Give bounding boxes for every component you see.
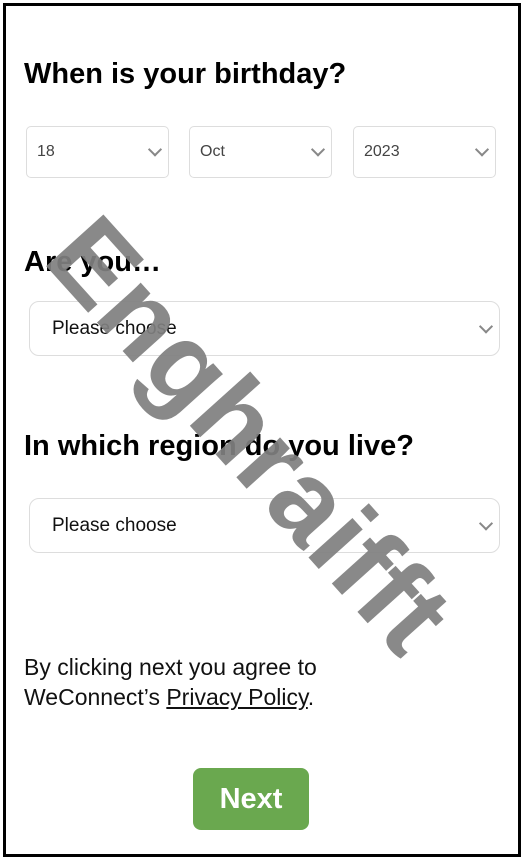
region-select[interactable]: Please choose	[29, 498, 500, 553]
privacy-policy-link[interactable]: Privacy Policy	[166, 684, 307, 710]
year-value: 2023	[364, 143, 400, 160]
gender-select[interactable]: Please choose	[29, 301, 500, 356]
month-select[interactable]: Oct	[189, 126, 332, 178]
region-heading: In which region do you live?	[24, 430, 414, 462]
chevron-down-icon	[147, 142, 163, 157]
gender-heading: Are you…	[24, 246, 161, 278]
chevron-down-icon	[478, 318, 494, 334]
month-value: Oct	[200, 143, 225, 160]
day-select[interactable]: 18	[26, 126, 169, 178]
chevron-down-icon	[310, 142, 326, 157]
chevron-down-icon	[474, 142, 490, 157]
terms-line: By clicking next you agree to	[24, 654, 317, 680]
region-value: Please choose	[52, 514, 177, 536]
chevron-down-icon	[478, 515, 494, 531]
terms-text: By clicking next you agree to WeConnect’…	[24, 652, 317, 712]
birthday-heading: When is your birthday?	[24, 58, 347, 90]
next-button[interactable]: Next	[193, 768, 309, 830]
day-value: 18	[37, 143, 55, 160]
year-select[interactable]: 2023	[353, 126, 496, 178]
terms-suffix: .	[307, 684, 315, 710]
terms-prefix: WeConnect’s	[24, 684, 167, 710]
gender-value: Please choose	[52, 317, 177, 339]
